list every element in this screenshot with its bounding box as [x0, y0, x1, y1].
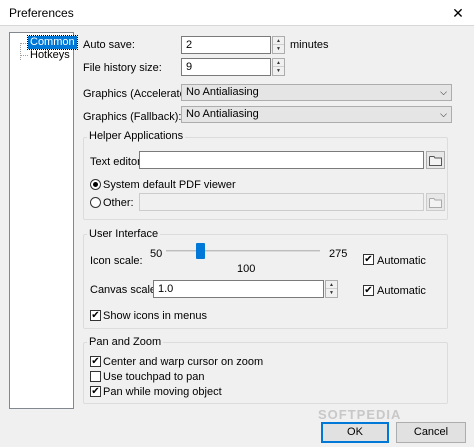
canvas-scale-spinner[interactable]: ▲ ▼ [325, 280, 338, 298]
tree-item-common[interactable]: Common [27, 35, 78, 50]
helper-apps-title: Helper Applications [87, 130, 186, 143]
file-history-spinner[interactable]: ▲ ▼ [272, 58, 285, 76]
auto-save-spinner[interactable]: ▲ ▼ [272, 36, 285, 54]
canvas-scale-label: Canvas scale: [90, 284, 160, 296]
pdf-other-label: Other: [103, 197, 134, 209]
icon-auto-checkbox[interactable]: ✔ [363, 254, 374, 265]
auto-save-label: Auto save: [83, 39, 135, 51]
center-warp-label: Center and warp cursor on zoom [103, 356, 264, 368]
graphics-fallback-select[interactable]: No Antialiasing ⌵ [181, 106, 452, 123]
canvas-auto-checkbox[interactable]: ✔ [363, 285, 374, 296]
graphics-accel-value: No Antialiasing [186, 86, 259, 98]
auto-save-unit: minutes [290, 39, 329, 51]
spin-down-icon[interactable]: ▼ [273, 67, 284, 75]
folder-icon [429, 156, 442, 166]
icon-scale-value: 100 [237, 263, 256, 275]
text-editor-input[interactable] [139, 151, 424, 169]
touchpad-label: Use touchpad to pan [103, 371, 205, 383]
icon-scale-slider-thumb[interactable] [195, 243, 205, 259]
chevron-down-icon: ⌵ [440, 87, 447, 97]
user-interface-title: User Interface [87, 228, 161, 241]
icon-scale-max: 275 [329, 248, 348, 260]
close-icon[interactable]: ✕ [449, 4, 467, 22]
icon-scale-min: 50 [150, 248, 163, 260]
icon-scale-label: Icon scale: [90, 255, 143, 267]
graphics-accel-select[interactable]: No Antialiasing ⌵ [181, 84, 452, 101]
file-history-input[interactable]: 9 [181, 58, 271, 76]
canvas-auto-label: Automatic [377, 285, 426, 297]
pdf-other-radio[interactable] [90, 197, 101, 208]
cancel-button[interactable]: Cancel [396, 422, 466, 443]
pan-moving-checkbox[interactable]: ✔ [90, 386, 101, 397]
auto-save-input[interactable]: 2 [181, 36, 271, 54]
window-title: Preferences [9, 6, 74, 20]
folder-icon [429, 198, 442, 208]
show-icons-label: Show icons in menus [103, 310, 207, 322]
graphics-fallback-value: No Antialiasing [186, 108, 259, 120]
text-editor-label: Text editor: [90, 156, 144, 168]
spin-down-icon[interactable]: ▼ [326, 289, 337, 297]
center-warp-checkbox[interactable]: ✔ [90, 356, 101, 367]
tree-connector [20, 43, 28, 44]
browse-pdf-button[interactable] [426, 193, 445, 211]
icon-scale-slider-track[interactable] [166, 250, 320, 252]
icon-auto-label: Automatic [377, 255, 426, 267]
spin-down-icon[interactable]: ▼ [273, 45, 284, 53]
radio-selected-dot [93, 182, 98, 187]
pdf-other-input[interactable] [139, 193, 424, 211]
watermark: SOFTPEDIA [318, 407, 402, 422]
pan-zoom-title: Pan and Zoom [87, 336, 164, 349]
touchpad-checkbox[interactable] [90, 371, 101, 382]
browse-text-editor-button[interactable] [426, 151, 445, 169]
tree-connector [20, 43, 21, 60]
tree-connector [20, 55, 28, 56]
show-icons-checkbox[interactable]: ✔ [90, 310, 101, 321]
tree-item-hotkeys[interactable]: Hotkeys [28, 49, 72, 62]
graphics-fallback-label: Graphics (Fallback): [83, 111, 182, 123]
file-history-label: File history size: [83, 62, 162, 74]
category-tree: Common Hotkeys [9, 32, 78, 409]
spin-up-icon[interactable]: ▲ [326, 281, 337, 289]
pdf-default-label: System default PDF viewer [103, 179, 236, 191]
canvas-scale-input[interactable]: 1.0 [153, 280, 324, 298]
ok-button[interactable]: OK [321, 422, 389, 443]
spin-up-icon[interactable]: ▲ [273, 59, 284, 67]
pan-moving-label: Pan while moving object [103, 386, 222, 398]
spin-up-icon[interactable]: ▲ [273, 37, 284, 45]
chevron-down-icon: ⌵ [440, 109, 447, 119]
pdf-default-radio[interactable] [90, 179, 101, 190]
